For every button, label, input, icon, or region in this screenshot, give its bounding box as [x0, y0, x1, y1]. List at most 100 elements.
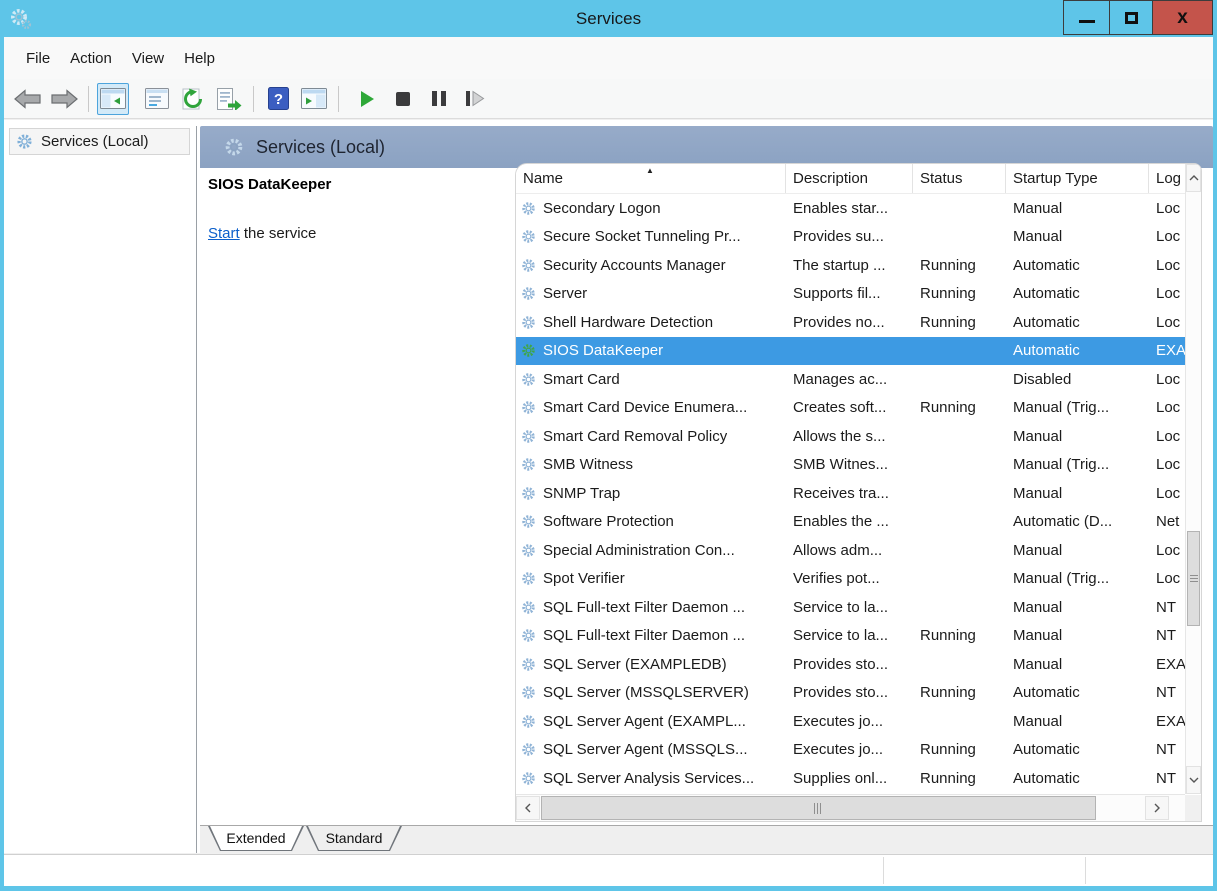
service-description-cell: Supports fil... — [793, 285, 881, 303]
pause-icon — [432, 91, 446, 106]
pause-service-button[interactable] — [423, 83, 455, 115]
service-status-cell: Running — [920, 256, 976, 274]
service-row[interactable]: SQL Server Analysis Services... Supplies… — [516, 764, 1185, 793]
maximize-button[interactable] — [1110, 0, 1153, 35]
service-startup-type-cell: Disabled — [1013, 370, 1072, 388]
service-startup-type-cell: Manual — [1013, 484, 1063, 502]
properties-button[interactable] — [141, 83, 173, 115]
service-row[interactable]: SQL Server Agent (MSSQLS... Executes jo.… — [516, 736, 1185, 765]
scroll-right-button[interactable] — [1145, 796, 1169, 820]
horizontal-scrollbar[interactable] — [516, 794, 1185, 821]
service-gear-icon — [521, 742, 536, 757]
minimize-icon — [1078, 20, 1095, 23]
service-name-text: SQL Server Agent (EXAMPL... — [543, 712, 746, 730]
service-row[interactable]: Spot Verifier Verifies pot... Manual (Tr… — [516, 565, 1185, 594]
sort-ascending-icon: ▲ — [646, 166, 654, 175]
service-name-cell: Smart Card — [516, 371, 786, 388]
tree-item-services-local[interactable]: Services (Local) — [9, 128, 190, 155]
service-row[interactable]: Software Protection Enables the ... Auto… — [516, 508, 1185, 537]
tab-standard[interactable]: Standard — [306, 826, 402, 851]
scroll-left-button[interactable] — [516, 796, 540, 820]
menu-action[interactable]: Action — [60, 46, 122, 71]
service-row[interactable]: Security Accounts Manager The startup ..… — [516, 251, 1185, 280]
column-header-log-on-as[interactable]: Log — [1149, 164, 1185, 193]
service-description-cell: Provides su... — [793, 228, 884, 246]
start-icon — [360, 90, 374, 107]
service-name-cell: Smart Card Removal Policy — [516, 428, 786, 445]
service-name-text: SQL Full-text Filter Daemon ... — [543, 627, 746, 645]
service-name-text: Secondary Logon — [543, 199, 661, 217]
service-startup-type-cell: Manual — [1013, 199, 1063, 217]
service-logon-cell: Loc — [1156, 370, 1181, 388]
tab-extended[interactable]: Extended — [208, 826, 304, 851]
properties-icon — [145, 88, 169, 109]
help-button[interactable]: ? — [262, 83, 294, 115]
service-name-cell: SQL Server Agent (EXAMPL... — [516, 713, 786, 730]
menu-view[interactable]: View — [122, 46, 174, 71]
service-startup-type-cell: Automatic — [1013, 769, 1080, 787]
service-row[interactable]: SQL Server (EXAMPLEDB) Provides sto... M… — [516, 650, 1185, 679]
horizontal-scroll-thumb[interactable] — [541, 796, 1096, 820]
service-row[interactable]: SQL Full-text Filter Daemon ... Service … — [516, 593, 1185, 622]
service-row[interactable]: SQL Server (MSSQLSERVER) Provides sto...… — [516, 679, 1185, 708]
service-row[interactable]: SMB Witness SMB Witnes... Manual (Trig..… — [516, 451, 1185, 480]
service-row[interactable]: SQL Full-text Filter Daemon ... Service … — [516, 622, 1185, 651]
stop-service-button[interactable] — [387, 83, 419, 115]
restart-service-button[interactable] — [459, 83, 491, 115]
scroll-grip-icon — [814, 802, 823, 814]
service-name-text: Smart Card Removal Policy — [543, 427, 728, 445]
service-row[interactable]: Special Administration Con... Allows adm… — [516, 536, 1185, 565]
service-name-cell: Special Administration Con... — [516, 542, 786, 559]
column-header-name[interactable]: Name ▲ — [516, 164, 786, 193]
column-header-description[interactable]: Description — [786, 164, 913, 193]
service-row[interactable]: SIOS DataKeeper Automatic EXA — [516, 336, 1185, 365]
menu-bar: File Action View Help — [4, 37, 1213, 79]
service-row[interactable]: Smart Card Device Enumera... Creates sof… — [516, 394, 1185, 423]
service-startup-type-cell: Manual — [1013, 598, 1063, 616]
show-hide-console-tree-button[interactable] — [97, 82, 129, 115]
service-row[interactable]: Shell Hardware Detection Provides no... … — [516, 308, 1185, 337]
service-row[interactable]: SQL Server Agent (EXAMPL... Executes jo.… — [516, 707, 1185, 736]
service-row[interactable]: Secure Socket Tunneling Pr... Provides s… — [516, 223, 1185, 252]
service-description-cell: Verifies pot... — [793, 570, 880, 588]
service-logon-cell: NT — [1156, 684, 1176, 702]
service-name-text: SMB Witness — [543, 456, 634, 474]
service-row[interactable]: Server Supports fil... Running Automatic… — [516, 280, 1185, 309]
show-hide-action-pane-button[interactable] — [298, 83, 330, 115]
service-startup-type-cell: Automatic — [1013, 256, 1080, 274]
back-button[interactable] — [12, 83, 44, 115]
column-header-startup-type[interactable]: Startup Type — [1006, 164, 1149, 193]
maximize-icon — [1124, 11, 1138, 24]
refresh-button[interactable] — [177, 83, 209, 115]
menu-help[interactable]: Help — [174, 46, 225, 71]
service-row[interactable]: Secondary Logon Enables star... Manual L… — [516, 194, 1185, 223]
service-row[interactable]: Smart Card Manages ac... Disabled Loc — [516, 365, 1185, 394]
menu-file[interactable]: File — [16, 46, 60, 71]
service-logon-cell: Loc — [1156, 256, 1181, 274]
service-logon-cell: NT — [1156, 627, 1176, 645]
vertical-scroll-thumb[interactable] — [1187, 531, 1200, 626]
service-name-cell: SQL Server Agent (MSSQLS... — [516, 741, 786, 758]
service-startup-type-cell: Automatic — [1013, 684, 1080, 702]
service-name-cell: SQL Full-text Filter Daemon ... — [516, 599, 786, 616]
start-service-link[interactable]: Start — [208, 225, 240, 242]
close-button[interactable]: x — [1153, 0, 1213, 35]
export-list-button[interactable] — [213, 83, 245, 115]
vertical-scrollbar[interactable] — [1185, 164, 1201, 794]
minimize-button[interactable] — [1063, 0, 1110, 35]
column-header-status[interactable]: Status — [913, 164, 1006, 193]
service-row[interactable]: Smart Card Removal Policy Allows the s..… — [516, 422, 1185, 451]
service-startup-type-cell: Manual (Trig... — [1013, 570, 1110, 588]
scroll-up-button[interactable] — [1186, 164, 1201, 192]
service-row[interactable]: SNMP Trap Receives tra... Manual Loc — [516, 479, 1185, 508]
service-logon-cell: NT — [1156, 769, 1176, 787]
service-gear-icon — [521, 457, 536, 472]
scroll-down-button[interactable] — [1186, 766, 1201, 794]
console-tree-panel: Services (Local) — [5, 126, 197, 853]
refresh-icon — [182, 88, 202, 109]
main-panel: Services (Local) SIOS DataKeeper Start t… — [200, 126, 1213, 853]
start-service-button[interactable] — [351, 83, 383, 115]
forward-button[interactable] — [48, 83, 80, 115]
service-name-text: Smart Card — [543, 370, 620, 388]
service-name-text: Server — [543, 285, 588, 303]
